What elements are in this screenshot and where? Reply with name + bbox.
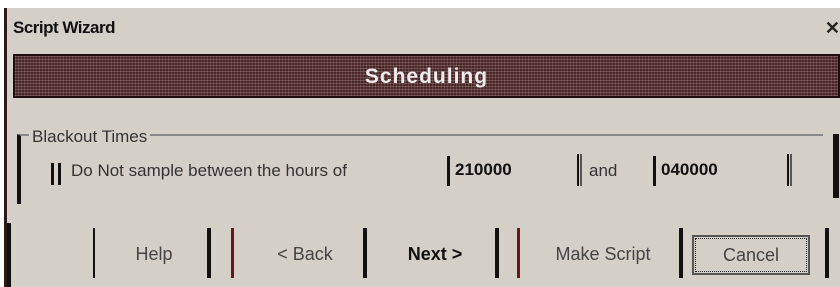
button-divider bbox=[231, 228, 234, 278]
cancel-button[interactable]: Cancel bbox=[692, 235, 810, 275]
and-label: and bbox=[589, 161, 618, 180]
group-border-right bbox=[833, 134, 839, 198]
make-script-button[interactable]: Make Script bbox=[533, 238, 673, 270]
end-time-spinner[interactable] bbox=[787, 154, 792, 186]
button-divider bbox=[825, 228, 829, 278]
window-title: Script Wizard bbox=[13, 18, 115, 37]
blackout-checkbox[interactable] bbox=[51, 163, 61, 185]
button-divider bbox=[363, 228, 367, 278]
next-button[interactable]: Next > bbox=[383, 238, 487, 270]
end-time-input[interactable]: 040000 bbox=[653, 156, 778, 186]
button-divider bbox=[93, 228, 95, 278]
script-wizard-window: Script Wizard ✕ Scheduling Blackout Time… bbox=[4, 8, 840, 287]
button-divider bbox=[517, 228, 520, 278]
blackout-checkbox-label[interactable]: Do Not sample between the hours of bbox=[71, 161, 347, 181]
button-divider bbox=[495, 228, 499, 278]
back-button[interactable]: < Back bbox=[253, 238, 357, 270]
group-label-blackout-times: Blackout Times bbox=[29, 127, 151, 147]
title-bar[interactable]: Script Wizard ✕ bbox=[7, 8, 840, 46]
start-time-input[interactable]: 210000 bbox=[447, 156, 572, 186]
button-row-left-edge bbox=[7, 223, 11, 287]
page-title: Scheduling bbox=[364, 65, 489, 88]
start-time-spinner[interactable] bbox=[577, 154, 582, 186]
help-button[interactable]: Help bbox=[119, 238, 189, 270]
button-divider bbox=[207, 228, 211, 278]
page-header-banner: Scheduling bbox=[13, 54, 840, 98]
button-divider bbox=[679, 228, 683, 278]
close-icon[interactable]: ✕ bbox=[825, 18, 840, 39]
